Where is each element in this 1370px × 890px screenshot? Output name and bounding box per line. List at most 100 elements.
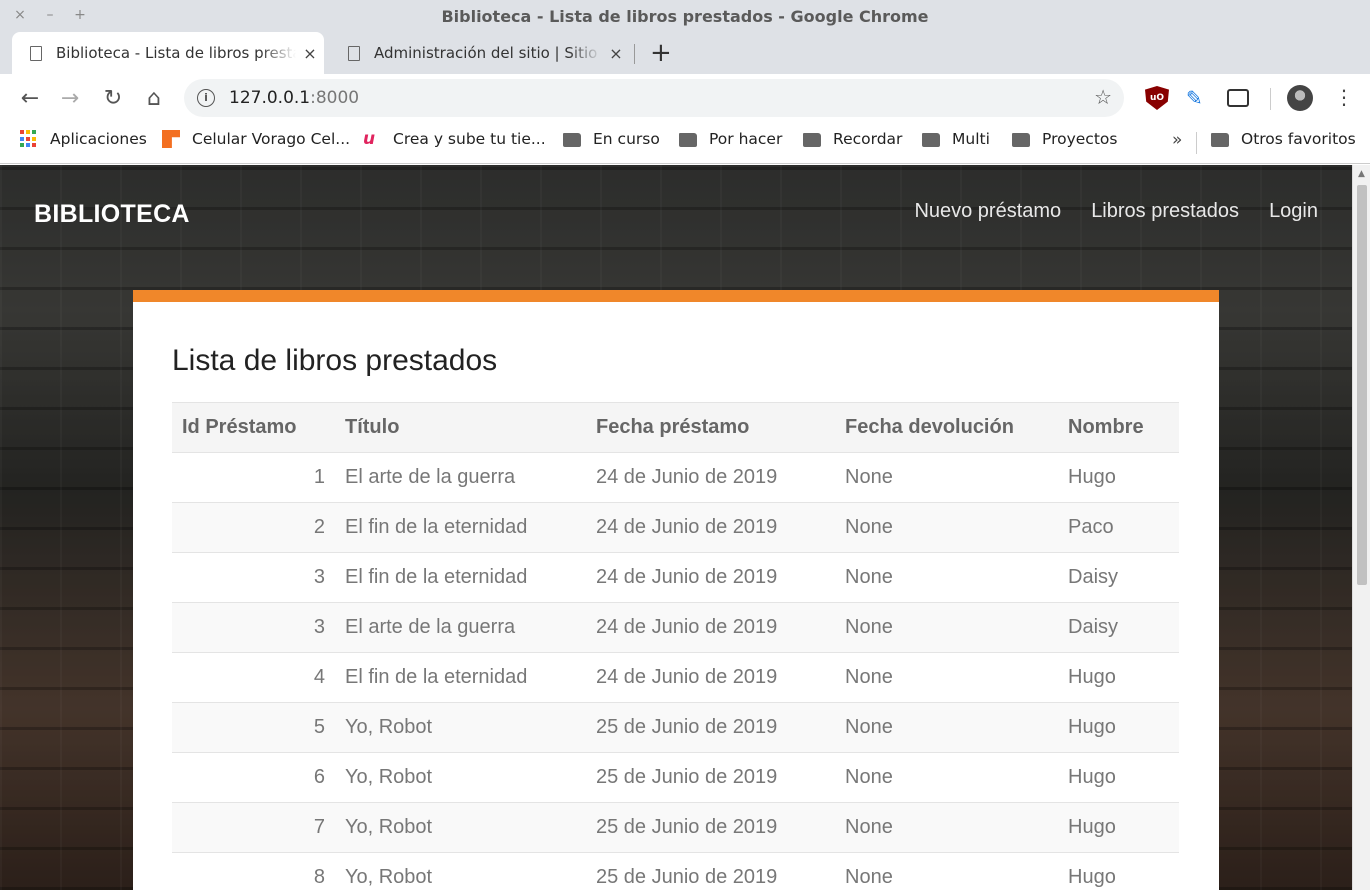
- scroll-up-arrow-icon[interactable]: ▲: [1358, 169, 1365, 179]
- cell-fecha-prestamo: 25 de Junio de 2019: [586, 852, 835, 890]
- close-tab-icon[interactable]: ×: [296, 44, 324, 63]
- cell-titulo: Yo, Robot: [335, 752, 586, 803]
- feather-extension-icon[interactable]: ✎: [1186, 86, 1210, 110]
- bookmark-vorago[interactable]: Celular Vorago Cel...: [162, 130, 350, 148]
- folder-icon: [1211, 133, 1229, 147]
- cell-fecha-prestamo: 25 de Junio de 2019: [586, 702, 835, 753]
- folder-icon: [1012, 133, 1030, 147]
- tab-admin[interactable]: Administración del sitio | Sitio de admi…: [330, 32, 630, 74]
- cell-nombre: Hugo: [1058, 652, 1179, 703]
- reload-button[interactable]: ↻: [100, 86, 126, 111]
- table-row: 8 Yo, Robot 25 de Junio de 2019 None Hugo: [172, 852, 1179, 890]
- cell-fecha-prestamo: 24 de Junio de 2019: [586, 552, 835, 603]
- close-tab-icon[interactable]: ×: [602, 44, 630, 63]
- url-text[interactable]: 127.0.0.1:8000: [229, 88, 359, 108]
- page-title: Lista de libros prestados: [172, 344, 498, 377]
- cell-fecha-prestamo: 24 de Junio de 2019: [586, 652, 835, 703]
- bookmark-otros-favoritos[interactable]: Otros favoritos: [1211, 130, 1356, 148]
- bookmarks-separator: [1196, 132, 1197, 154]
- cell-nombre: Hugo: [1058, 802, 1179, 853]
- bookmark-folder-en-curso[interactable]: En curso: [563, 130, 660, 148]
- bookmark-label: Multi: [952, 130, 990, 148]
- table-row: 4 El fin de la eternidad 24 de Junio de 20…: [172, 652, 1179, 703]
- cell-fecha-devolucion: None: [835, 502, 1058, 553]
- cell-id: 4: [172, 652, 335, 703]
- column-header-fecha-devolucion: Fecha devolución: [835, 402, 1058, 453]
- cell-fecha-devolucion: None: [835, 802, 1058, 853]
- cell-id: 8: [172, 852, 335, 890]
- browser-menu-icon[interactable]: ⋮: [1334, 85, 1354, 109]
- cell-nombre: Hugo: [1058, 702, 1179, 753]
- cell-fecha-devolucion: None: [835, 702, 1058, 753]
- bookmark-folder-proyectos[interactable]: Proyectos: [1012, 130, 1117, 148]
- bookmark-folder-recordar[interactable]: Recordar: [803, 130, 902, 148]
- site-nav: Nuevo préstamo Libros prestados Login: [914, 200, 1318, 223]
- table-row: 3 El arte de la guerra 24 de Junio de 2019…: [172, 602, 1179, 653]
- nav-login[interactable]: Login: [1269, 200, 1318, 223]
- screen-capture-extension-icon[interactable]: [1227, 89, 1249, 107]
- address-bar[interactable]: i 127.0.0.1:8000 ☆: [184, 79, 1124, 117]
- profile-avatar[interactable]: [1287, 85, 1313, 111]
- column-header-id: Id Préstamo: [172, 402, 335, 453]
- window-title: Biblioteca - Lista de libros prestados -…: [441, 7, 929, 26]
- table-row: 2 El fin de la eternidad 24 de Junio de 20…: [172, 502, 1179, 553]
- bookmark-crea-sube[interactable]: u Crea y sube tu tie...: [363, 130, 546, 148]
- toolbar-separator: [1270, 88, 1271, 110]
- cell-fecha-prestamo: 25 de Junio de 2019: [586, 802, 835, 853]
- table-row: 6 Yo, Robot 25 de Junio de 2019 None Hugo: [172, 752, 1179, 803]
- ublock-extension-icon[interactable]: uO: [1145, 86, 1169, 110]
- tab-biblioteca[interactable]: Biblioteca - Lista de libros prestados ×: [12, 32, 324, 74]
- page-viewport: BIBLIOTECA Nuevo préstamo Libros prestad…: [0, 165, 1352, 890]
- bookmark-star-icon[interactable]: ☆: [1094, 85, 1112, 109]
- folder-icon: [922, 133, 940, 147]
- cell-nombre: Hugo: [1058, 752, 1179, 803]
- url-host: 127.0.0.1: [229, 88, 311, 108]
- page-scrollbar[interactable]: ▲: [1352, 165, 1370, 890]
- cell-titulo: Yo, Robot: [335, 702, 586, 753]
- bookmark-label: Otros favoritos: [1241, 130, 1356, 148]
- column-header-titulo: Título: [335, 402, 586, 453]
- folder-icon: [803, 133, 821, 147]
- bookmark-aplicaciones[interactable]: Aplicaciones: [20, 130, 147, 148]
- cell-fecha-prestamo: 24 de Junio de 2019: [586, 452, 835, 503]
- bookmark-label: Proyectos: [1042, 130, 1118, 148]
- cell-id: 1: [172, 452, 335, 503]
- content-card: Lista de libros prestados Id Préstamo Tí…: [133, 290, 1219, 890]
- folder-icon: [679, 133, 697, 147]
- home-button[interactable]: ⌂: [141, 86, 167, 111]
- nav-libros-prestados[interactable]: Libros prestados: [1091, 200, 1239, 223]
- browser-toolbar: ← → ↻ ⌂ i 127.0.0.1:8000 ☆ uO ✎ ⋮: [0, 74, 1370, 124]
- site-brand[interactable]: BIBLIOTECA: [34, 200, 190, 229]
- vorago-icon: [162, 130, 180, 148]
- cell-titulo: El fin de la eternidad: [335, 652, 586, 703]
- tab-strip: Biblioteca - Lista de libros prestados ×…: [0, 32, 1370, 74]
- cell-nombre: Paco: [1058, 502, 1179, 553]
- new-tab-button[interactable]: +: [650, 38, 672, 68]
- bookmark-label: Por hacer: [709, 130, 783, 148]
- cell-titulo: El arte de la guerra: [335, 452, 586, 503]
- bookmark-folder-por-hacer[interactable]: Por hacer: [679, 130, 782, 148]
- table-body: 1 El arte de la guerra 24 de Junio de 2019…: [172, 452, 1179, 890]
- bookmark-folder-multi[interactable]: Multi: [922, 130, 990, 148]
- loans-table: Id Préstamo Título Fecha préstamo Fecha …: [172, 402, 1179, 890]
- cell-fecha-devolucion: None: [835, 552, 1058, 603]
- cell-fecha-devolucion: None: [835, 652, 1058, 703]
- more-bookmarks-button[interactable]: »: [1172, 130, 1182, 150]
- table-row: 3 El fin de la eternidad 24 de Junio de 20…: [172, 552, 1179, 603]
- cell-id: 5: [172, 702, 335, 753]
- table-header-row: Id Préstamo Título Fecha préstamo Fecha …: [172, 402, 1179, 453]
- cell-id: 7: [172, 802, 335, 853]
- site-info-icon[interactable]: i: [197, 89, 215, 107]
- cell-nombre: Hugo: [1058, 852, 1179, 890]
- table-row: 7 Yo, Robot 25 de Junio de 2019 None Hugo: [172, 802, 1179, 853]
- bookmark-label: Crea y sube tu tie...: [393, 130, 546, 148]
- scrollbar-thumb[interactable]: [1357, 185, 1367, 585]
- cell-nombre: Daisy: [1058, 602, 1179, 653]
- cell-titulo: El arte de la guerra: [335, 602, 586, 653]
- cell-titulo: El fin de la eternidad: [335, 502, 586, 553]
- forward-button[interactable]: →: [57, 86, 83, 111]
- back-button[interactable]: ←: [17, 86, 43, 111]
- cell-id: 2: [172, 502, 335, 553]
- cell-nombre: Hugo: [1058, 452, 1179, 503]
- nav-nuevo-prestamo[interactable]: Nuevo préstamo: [914, 200, 1061, 223]
